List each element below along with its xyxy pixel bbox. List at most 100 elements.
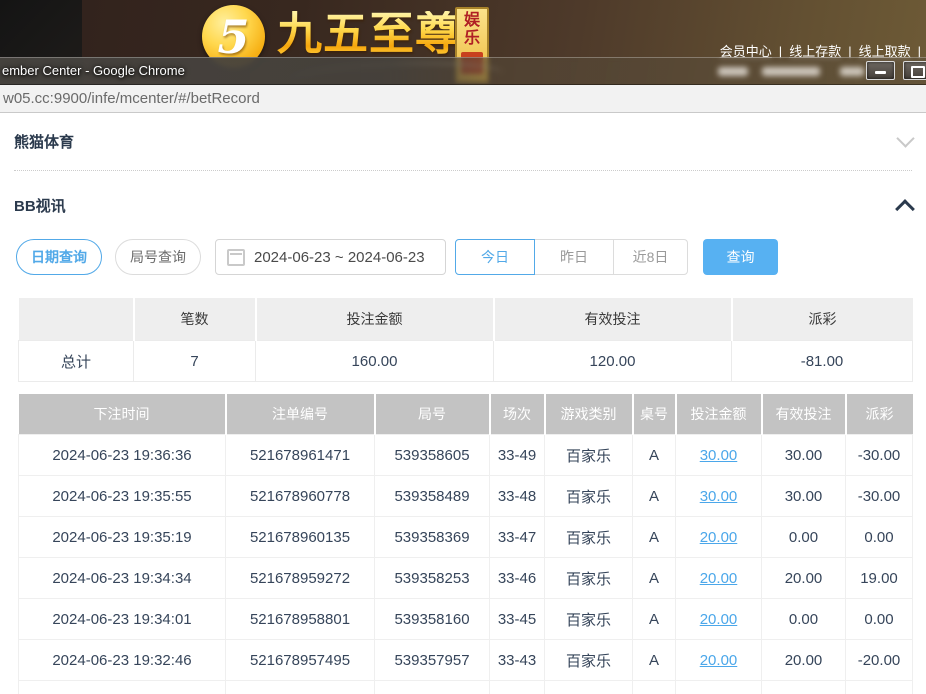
bet-id-cell: 521678959272 xyxy=(226,558,375,599)
valid-bet-cell: 30.00 xyxy=(762,435,846,476)
round-id-cell: 539358160 xyxy=(375,599,490,640)
total-valid-bet-cell: 120.00 xyxy=(494,341,732,382)
maximize-icon xyxy=(911,66,925,78)
bet-amount-link[interactable]: 20.00 xyxy=(700,570,738,587)
valid-bet-cell: 0.00 xyxy=(762,599,846,640)
minimize-button[interactable] xyxy=(866,61,895,80)
bet-time-cell: 2024-06-23 19:35:55 xyxy=(19,476,226,517)
table-no-cell: A xyxy=(633,517,676,558)
bet-amount-cell: 20.00 xyxy=(676,599,762,640)
session-cell: 33-48 xyxy=(490,476,545,517)
address-bar[interactable]: w05.cc:9900/infe/mcenter/#/betRecord xyxy=(0,85,926,113)
url-text: w05.cc:9900/infe/mcenter/#/betRecord xyxy=(3,90,260,107)
payout-cell: -20.00 xyxy=(846,681,913,694)
valid-bet-cell: 30.00 xyxy=(762,476,846,517)
payout-cell: -30.00 xyxy=(846,435,913,476)
total-payout-cell: -81.00 xyxy=(732,341,913,382)
bet-time-cell: 2024-06-23 19:36:36 xyxy=(19,435,226,476)
bet-id-cell: 521678957495 xyxy=(226,640,375,681)
minimize-icon xyxy=(875,71,886,74)
chevron-down-icon xyxy=(896,129,914,147)
bet-record-row: 2024-06-23 19:35:19521678960135539358369… xyxy=(19,517,913,558)
bet-amount-link[interactable]: 20.00 xyxy=(700,529,738,546)
game-type-cell: 百家乐 xyxy=(545,599,633,640)
bet-time-cell: 2024-06-23 19:32:46 xyxy=(19,640,226,681)
section-title: BB视讯 xyxy=(14,195,66,216)
bet-id-cell: 521678961471 xyxy=(226,435,375,476)
date-range-input[interactable]: 2024-06-23 ~ 2024-06-23 xyxy=(215,239,446,275)
search-button[interactable]: 查询 xyxy=(703,239,778,275)
bet-amount-link[interactable]: 20.00 xyxy=(700,652,738,669)
session-cell: 33-46 xyxy=(490,558,545,599)
total-count-cell: 7 xyxy=(134,341,256,382)
summary-header-bet-amount: 投注金额 xyxy=(256,298,494,341)
session-cell: 33-47 xyxy=(490,517,545,558)
valid-bet-cell: 0.00 xyxy=(762,517,846,558)
tab-today[interactable]: 今日 xyxy=(455,239,535,275)
summary-total-row: 总计 7 160.00 120.00 -81.00 xyxy=(19,341,913,382)
table-no-cell: A xyxy=(633,435,676,476)
bet-amount-cell: 20.00 xyxy=(676,681,762,694)
bet-time-cell: 2024-06-23 19:34:01 xyxy=(19,599,226,640)
bet-record-row: 2024-06-23 19:34:01521678958801539358160… xyxy=(19,599,913,640)
badge-char: 娱 xyxy=(464,12,480,30)
summary-header-count: 笔数 xyxy=(134,298,256,341)
valid-bet-cell: 20.00 xyxy=(762,558,846,599)
table-no-cell: A xyxy=(633,558,676,599)
bet-record-table: 下注时间注单编号局号场次游戏类别桌号投注金额有效投注派彩 2024-06-23 … xyxy=(18,394,913,694)
summary-header-payout: 派彩 xyxy=(732,298,913,341)
blurred-user-info xyxy=(718,67,748,76)
game-type-cell: 百家乐 xyxy=(545,681,633,694)
bet-header-valid-bet: 有效投注 xyxy=(762,394,846,435)
tab-yesterday[interactable]: 昨日 xyxy=(534,239,614,275)
background-window-corner xyxy=(0,0,82,57)
valid-bet-cell: 20.00 xyxy=(762,681,846,694)
bet-table-header-row: 下注时间注单编号局号场次游戏类别桌号投注金额有效投注派彩 xyxy=(19,394,913,435)
section-bb-video[interactable]: BB视讯 xyxy=(0,171,926,239)
bet-table-body: 2024-06-23 19:36:36521678961471539358605… xyxy=(19,435,913,694)
bet-amount-link[interactable]: 20.00 xyxy=(700,611,738,628)
bet-id-cell: 521678956636 xyxy=(226,681,375,694)
blurred-user-info xyxy=(762,67,820,76)
blurred-user-info xyxy=(840,67,864,76)
bet-header-session: 场次 xyxy=(490,394,545,435)
brand-logo-text: 九五至尊 xyxy=(277,11,461,56)
round-id-cell: 539357957 xyxy=(375,640,490,681)
bet-header-round-id: 局号 xyxy=(375,394,490,435)
quick-date-tabs: 今日 昨日 近8日 xyxy=(455,239,688,275)
chrome-titlebar[interactable]: ember Center - Google Chrome xyxy=(0,57,926,85)
game-type-cell: 百家乐 xyxy=(545,640,633,681)
payout-cell: -30.00 xyxy=(846,476,913,517)
badge-char: 乐 xyxy=(464,30,480,48)
maximize-button[interactable] xyxy=(903,61,926,80)
bet-record-row: 2024-06-23 19:31:59521678956636539357808… xyxy=(19,681,913,694)
bet-amount-link[interactable]: 30.00 xyxy=(700,447,738,464)
tab-last-8-days[interactable]: 近8日 xyxy=(613,239,688,275)
valid-bet-cell: 20.00 xyxy=(762,640,846,681)
bet-time-cell: 2024-06-23 19:31:59 xyxy=(19,681,226,694)
game-type-cell: 百家乐 xyxy=(545,476,633,517)
summary-header-valid-bet: 有效投注 xyxy=(494,298,732,341)
round-id-cell: 539358253 xyxy=(375,558,490,599)
bet-header-bet-id: 注单编号 xyxy=(226,394,375,435)
total-bet-amount-cell: 160.00 xyxy=(256,341,494,382)
bet-amount-link[interactable]: 30.00 xyxy=(700,488,738,505)
round-id-cell: 539358605 xyxy=(375,435,490,476)
session-cell: 33-42 xyxy=(490,681,545,694)
bet-amount-cell: 20.00 xyxy=(676,558,762,599)
bet-record-row: 2024-06-23 19:36:36521678961471539358605… xyxy=(19,435,913,476)
section-panda-sports[interactable]: 熊猫体育 xyxy=(0,113,926,170)
calendar-icon xyxy=(227,249,245,266)
summary-header-empty xyxy=(19,298,134,341)
payout-cell: -20.00 xyxy=(846,640,913,681)
bet-header-table-no: 桌号 xyxy=(633,394,676,435)
bet-record-row: 2024-06-23 19:34:34521678959272539358253… xyxy=(19,558,913,599)
table-no-cell: A xyxy=(633,681,676,694)
round-query-button[interactable]: 局号查询 xyxy=(115,239,201,275)
table-no-cell: A xyxy=(633,640,676,681)
bet-id-cell: 521678958801 xyxy=(226,599,375,640)
bet-amount-cell: 30.00 xyxy=(676,435,762,476)
screen: 5 九五至尊 娱 乐 会员中心|线上存款|线上取款| ember Center … xyxy=(0,0,926,694)
bet-id-cell: 521678960778 xyxy=(226,476,375,517)
date-query-button[interactable]: 日期查询 xyxy=(16,239,102,275)
